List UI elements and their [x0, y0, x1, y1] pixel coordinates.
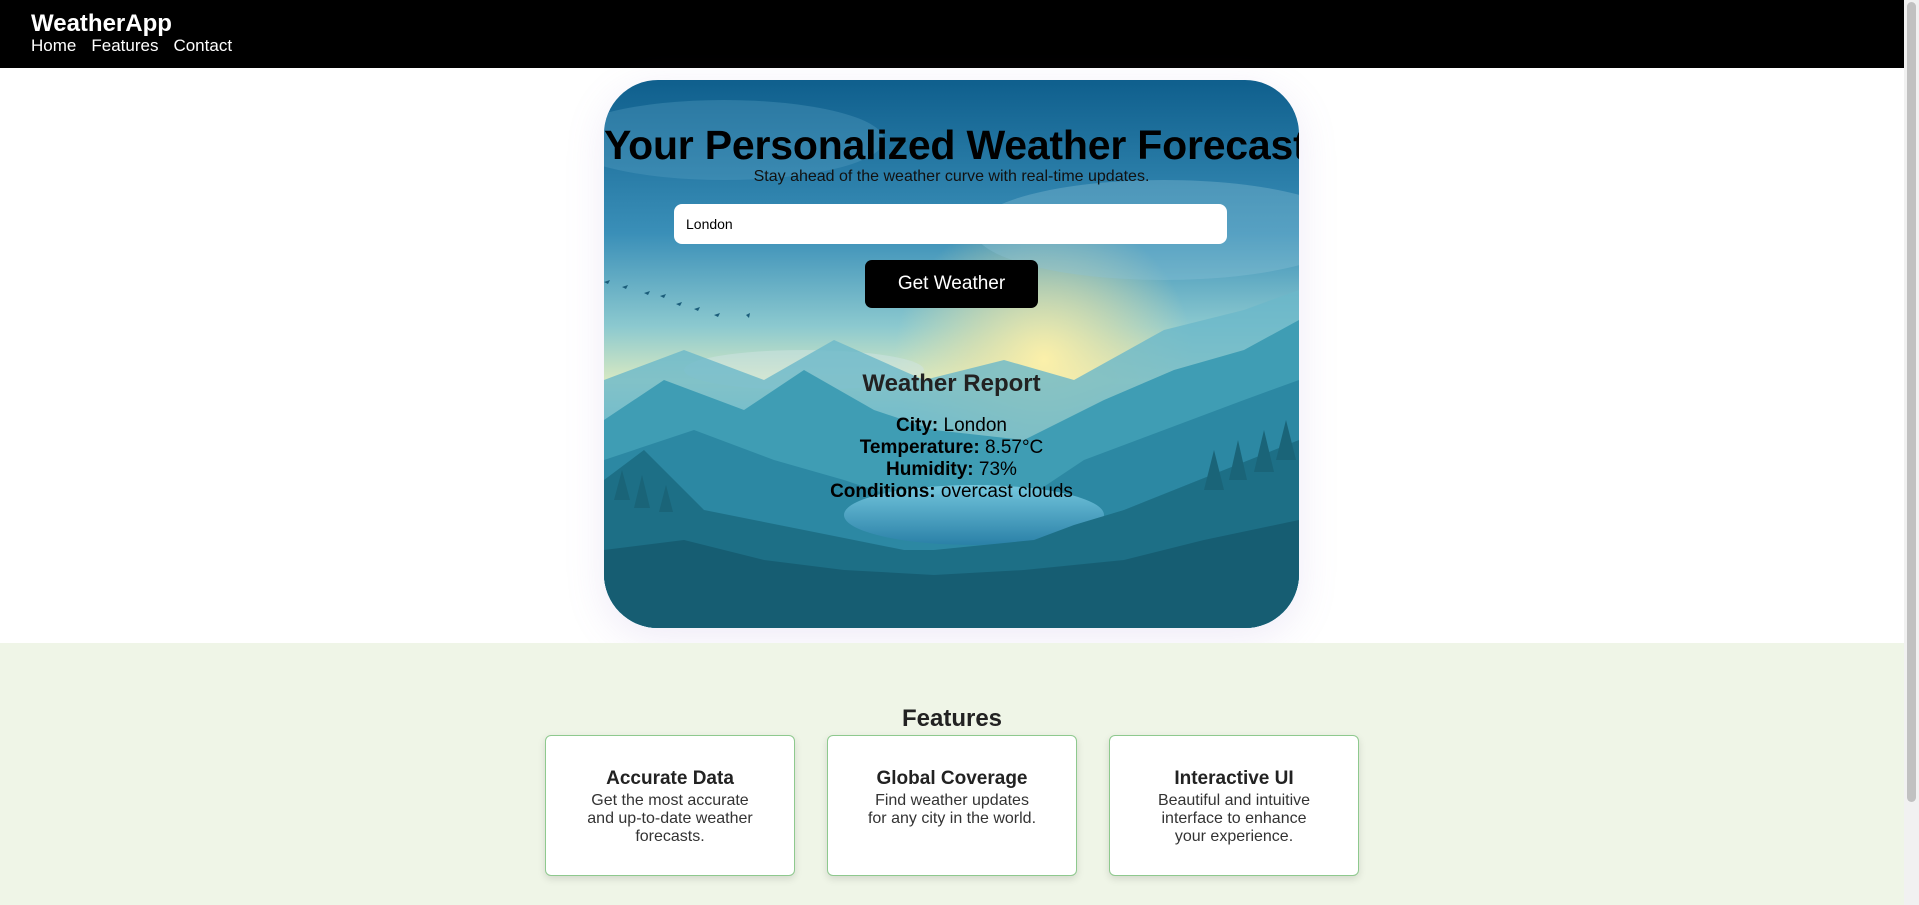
features-section: Features Accurate Data Get the most accu… — [0, 643, 1904, 905]
weather-report-title: Weather Report — [862, 370, 1041, 397]
conditions-label: Conditions: — [830, 481, 936, 502]
nav-link-contact[interactable]: Contact — [173, 36, 232, 56]
feature-card-accurate-data: Accurate Data Get the most accurate and … — [545, 735, 795, 876]
feature-card-text: Find weather updates for any city in the… — [867, 792, 1037, 827]
feature-card-title: Global Coverage — [876, 768, 1028, 789]
features-title: Features — [901, 705, 1003, 732]
report-city-row: City: London — [604, 415, 1299, 437]
report-conditions-row: Conditions: overcast clouds — [604, 481, 1299, 503]
city-input[interactable] — [674, 204, 1227, 244]
temperature-label: Temperature: — [859, 437, 980, 458]
feature-card-title: Interactive UI — [1174, 768, 1294, 789]
brand-logo[interactable]: WeatherApp — [31, 10, 172, 38]
feature-card-interactive-ui: Interactive UI Beautiful and intuitive i… — [1109, 735, 1359, 876]
report-humidity-row: Humidity: 73% — [604, 459, 1299, 481]
humidity-label: Humidity: — [886, 459, 974, 480]
vertical-scrollbar[interactable] — [1904, 0, 1919, 905]
feature-card-text: Get the most accurate and up-to-date wea… — [587, 792, 753, 845]
feature-card-text: Beautiful and intuitive interface to enh… — [1157, 792, 1311, 845]
humidity-value: 73% — [978, 459, 1017, 480]
nav-link-home[interactable]: Home — [31, 36, 76, 56]
city-label: City: — [896, 415, 939, 436]
nav-link-features[interactable]: Features — [91, 36, 158, 56]
navbar: WeatherApp Home Features Contact — [0, 0, 1904, 68]
get-weather-button[interactable]: Get Weather — [865, 260, 1038, 308]
scrollbar-thumb[interactable] — [1907, 2, 1916, 802]
weather-report: City: London Temperature: 8.57°C Humidit… — [604, 415, 1299, 503]
conditions-value: overcast clouds — [940, 481, 1073, 502]
feature-card-global-coverage: Global Coverage Find weather updates for… — [827, 735, 1077, 876]
hero-title: Your Personalized Weather Forecast — [604, 122, 1299, 168]
report-temperature-row: Temperature: 8.57°C — [604, 437, 1299, 459]
nav-links: Home Features Contact — [31, 36, 232, 56]
hero-card: Your Personalized Weather Forecast Stay … — [604, 80, 1299, 628]
feature-card-title: Accurate Data — [606, 768, 734, 789]
city-value: London — [943, 415, 1007, 436]
temperature-value: 8.57°C — [984, 437, 1044, 458]
hero-subtitle: Stay ahead of the weather curve with rea… — [753, 168, 1150, 185]
